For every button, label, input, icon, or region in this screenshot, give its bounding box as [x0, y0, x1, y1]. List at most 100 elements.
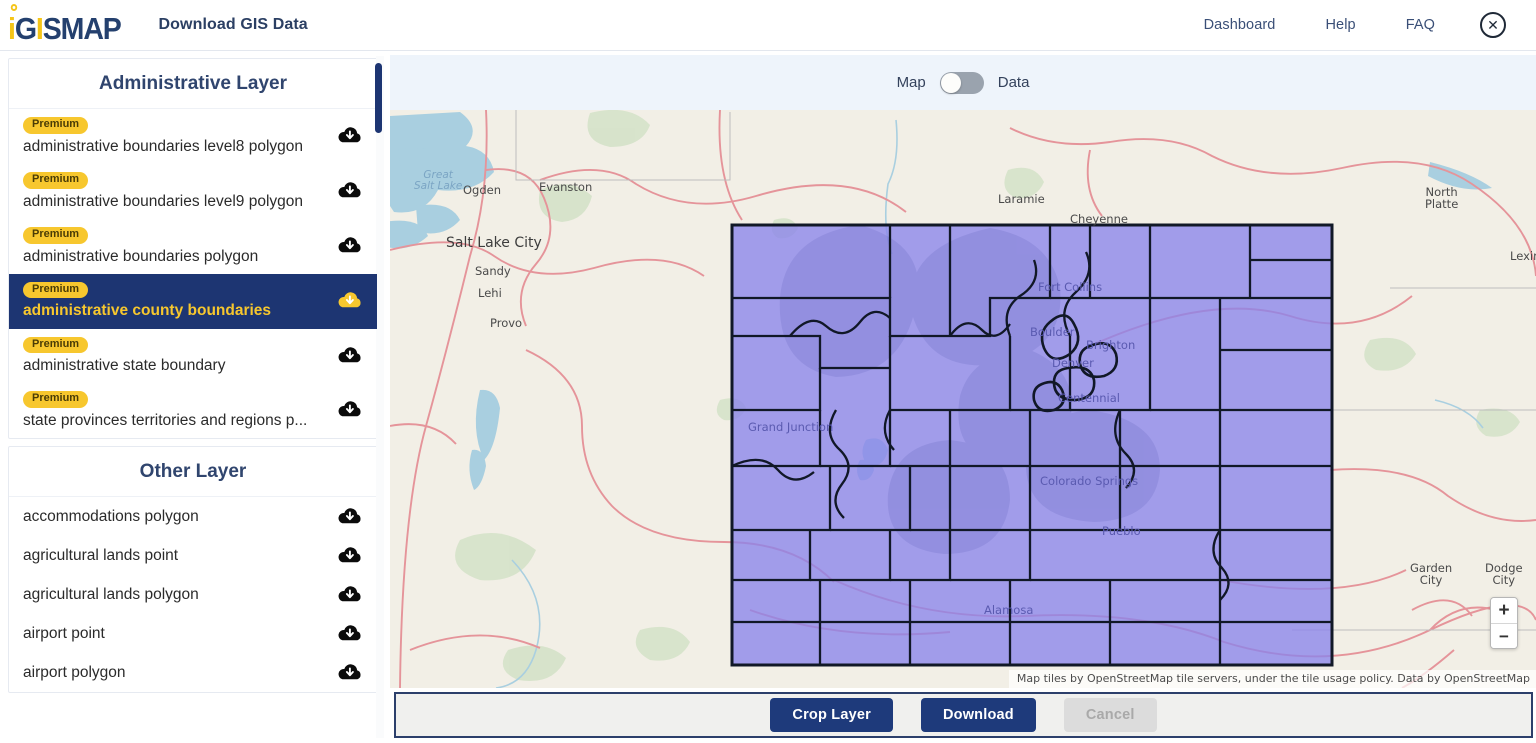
download-cloud-icon[interactable] [337, 235, 363, 256]
app-header: iGISMAP Download GIS Data Dashboard Help… [0, 0, 1536, 51]
map-label-18: North Platte [1425, 185, 1459, 212]
map-label-10: Boulder [1030, 325, 1075, 339]
download-cloud-icon[interactable] [337, 662, 363, 683]
map-label-13: Centennial [1058, 391, 1120, 405]
map-attribution: Map tiles by OpenStreetMap tile servers,… [1008, 670, 1536, 688]
premium-badge: Premium [23, 117, 89, 134]
sidebar-scrollbar-track[interactable] [375, 56, 384, 738]
layer-label: administrative county boundaries [23, 302, 272, 320]
layer-texts: Premium administrative boundaries polygon [23, 224, 327, 267]
premium-badge: Premium [23, 226, 89, 244]
nav-item-faq[interactable]: FAQ [1381, 17, 1460, 33]
map-label-0: Great Salt Lake [414, 169, 463, 193]
page-title: Download GIS Data [158, 16, 308, 33]
map-label-11: Brighton [1086, 338, 1136, 352]
map-panel: Map Data Great Salt Lake Ogden Evanston … [390, 55, 1536, 688]
download-cloud-icon[interactable] [337, 345, 363, 366]
layer-label: administrative boundaries level9 polygon [23, 192, 304, 210]
map-label-19: Lexin [1510, 249, 1536, 263]
zoom-out-button[interactable]: − [1491, 623, 1517, 648]
layer-texts: airport polygon [23, 663, 327, 683]
map-data-toggle[interactable] [939, 71, 984, 94]
logo-part-smap: SMAP [42, 11, 122, 46]
administrative-layer-list: Premium administrative boundaries level8 … [9, 109, 377, 438]
logo-text: iGISMAP [8, 4, 122, 46]
layer-label: state provinces territories and regions … [23, 412, 308, 430]
map-label-1: Ogden [463, 183, 502, 197]
map-zoom-controls: + − [1490, 597, 1518, 649]
administrative-layer-title: Administrative Layer [9, 59, 377, 109]
map-label-4: Sandy [475, 264, 511, 278]
premium-badge: Premium [23, 391, 89, 409]
layer-row-administrative-0[interactable]: Premium administrative boundaries level8 … [9, 109, 377, 164]
map-label-15: Pueblo [1102, 524, 1141, 538]
map-label-3: Salt Lake City [446, 235, 542, 251]
map-label-2: Evanston [539, 180, 593, 194]
layer-label: administrative boundaries level8 polygon [23, 137, 304, 155]
map-label-17: Alamosa [984, 603, 1034, 617]
download-cloud-icon[interactable] [337, 623, 363, 644]
layer-row-administrative-5[interactable]: Premium state provinces territories and r… [9, 383, 377, 438]
layer-label: accommodations polygon [23, 507, 199, 525]
other-layer-panel: Other Layer accommodations polygon agricu… [8, 446, 378, 694]
close-icon[interactable]: ✕ [1480, 12, 1506, 38]
layer-row-other-3[interactable]: airport point [9, 614, 377, 653]
map-label-9: Fort Collins [1038, 280, 1103, 294]
layer-texts: Premium administrative county boundaries [23, 279, 327, 322]
nav-item-dashboard[interactable]: Dashboard [1179, 17, 1301, 33]
layer-label: agricultural lands point [23, 546, 179, 564]
download-cloud-icon[interactable] [337, 180, 363, 201]
toggle-label-data: Data [997, 74, 1030, 91]
layer-row-other-4[interactable]: airport polygon [9, 653, 377, 692]
logo-part-i2: I [35, 11, 44, 46]
map-pin-icon [10, 4, 18, 11]
download-button[interactable]: Download [920, 698, 1036, 732]
premium-badge: Premium [23, 171, 89, 189]
layer-texts: Premium administrative boundaries level8 … [23, 114, 327, 157]
download-cloud-icon[interactable] [337, 584, 363, 605]
download-cloud-icon[interactable] [337, 399, 363, 420]
download-cloud-icon[interactable] [337, 290, 363, 311]
nav-item-help[interactable]: Help [1300, 17, 1380, 33]
premium-badge: Premium [23, 336, 89, 354]
layer-row-administrative-2[interactable]: Premium administrative boundaries polygon [9, 219, 377, 274]
app-root: iGISMAP Download GIS Data Dashboard Help… [0, 0, 1536, 743]
header-nav: Dashboard Help FAQ ✕ [1179, 12, 1536, 38]
download-cloud-icon[interactable] [337, 545, 363, 566]
layer-texts: Premium administrative state boundary [23, 334, 327, 377]
crop-layer-button[interactable]: Crop Layer [770, 698, 893, 732]
map-label-8: Cheyenne [1070, 212, 1128, 226]
layer-row-administrative-4[interactable]: Premium administrative state boundary [9, 329, 377, 384]
map-label-7: Laramie [998, 192, 1045, 206]
toggle-knob [940, 72, 961, 93]
map-tiles [390, 110, 1536, 688]
zoom-in-button[interactable]: + [1491, 598, 1517, 623]
map-label-21: Dodge City [1485, 561, 1523, 588]
layer-texts: Premium state provinces territories and r… [23, 388, 327, 431]
layer-row-administrative-3[interactable]: Premium administrative county boundaries [9, 273, 377, 329]
layer-row-other-2[interactable]: agricultural lands polygon [9, 575, 377, 614]
layer-label: agricultural lands polygon [23, 585, 199, 603]
layer-row-other-1[interactable]: agricultural lands point [9, 536, 377, 575]
toggle-label-map: Map [896, 74, 926, 91]
layer-row-other-0[interactable]: accommodations polygon [9, 497, 377, 536]
layer-texts: agricultural lands point [23, 546, 327, 566]
map-label-12: Denver [1052, 356, 1094, 370]
layer-texts: agricultural lands polygon [23, 585, 327, 605]
layer-texts: accommodations polygon [23, 507, 327, 527]
brand-logo[interactable]: iGISMAP [8, 4, 131, 46]
other-layer-list: accommodations polygon agricultural lands… [9, 497, 377, 692]
map-label-5: Lehi [478, 286, 502, 300]
layer-row-administrative-1[interactable]: Premium administrative boundaries level9 … [9, 164, 377, 219]
map-label-6: Provo [490, 316, 523, 330]
download-cloud-icon[interactable] [337, 125, 363, 146]
action-bar: Crop Layer Download Cancel [394, 692, 1533, 738]
map-canvas[interactable]: Great Salt Lake Ogden Evanston Salt Lake Cit… [390, 110, 1536, 688]
layer-label: administrative state boundary [23, 357, 226, 375]
download-cloud-icon[interactable] [337, 506, 363, 527]
logo-part-g: G [14, 11, 37, 46]
administrative-layer-panel: Administrative Layer Premium administrati… [8, 58, 378, 440]
layer-texts: airport point [23, 624, 327, 644]
other-layer-title: Other Layer [9, 447, 377, 498]
layer-label: airport polygon [23, 663, 126, 681]
